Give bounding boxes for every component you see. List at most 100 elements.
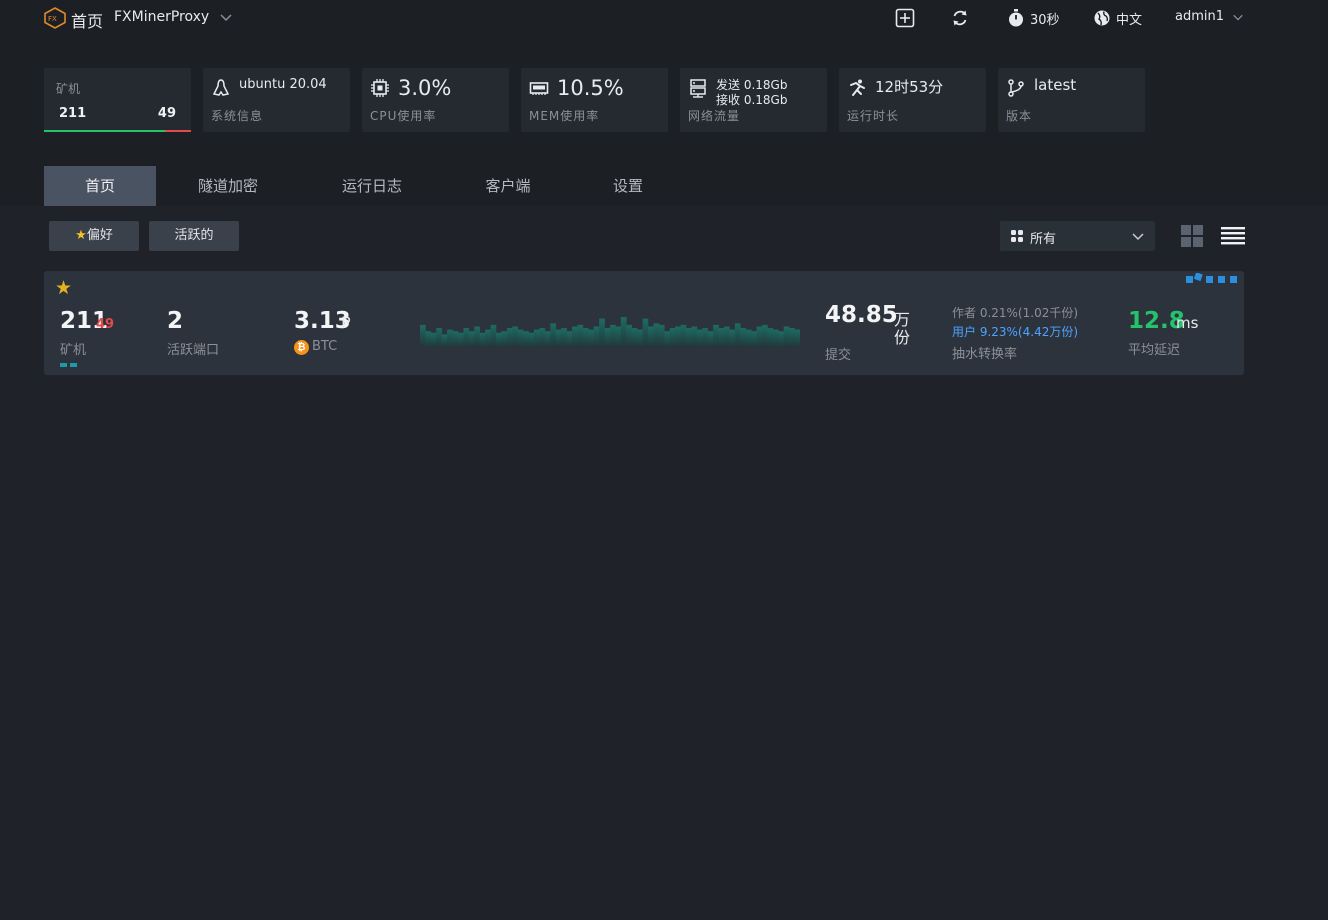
sparkline-bar: [642, 318, 649, 347]
cpu-icon: [371, 79, 389, 97]
tab-settings[interactable]: 设置: [588, 166, 668, 206]
stats-panel: 矿机 211 49 ubuntu 20.04 系统信息 3.0% CPU使用率 …: [0, 38, 1328, 206]
refresh-icon[interactable]: [950, 8, 970, 28]
sparkline-bar: [751, 331, 757, 347]
miners-online-bar: [44, 130, 165, 132]
sparkline-bar: [436, 328, 443, 347]
miners-stat-card[interactable]: 矿机 211 49: [44, 68, 191, 132]
network-label: 网络流量: [688, 109, 741, 123]
svg-text:FX: FX: [48, 15, 57, 23]
sparkline-bar: [734, 323, 741, 347]
sparkline-bar: [713, 324, 719, 347]
mem-stat-card[interactable]: 10.5% MEM使用率: [521, 68, 668, 132]
sparkline-bar: [490, 324, 497, 347]
sparkline-bar: [517, 329, 524, 347]
sparkline-bar: [593, 326, 600, 347]
sparkline-bar: [582, 328, 589, 347]
sparkline-bar: [707, 331, 714, 347]
tab-logs[interactable]: 运行日志: [316, 166, 428, 206]
pool-active-ports-label: 活跃端口: [167, 343, 220, 358]
favorite-filter-button[interactable]: ★偏好: [49, 221, 139, 251]
sparkline-bar: [425, 331, 432, 347]
refresh-interval[interactable]: 30秒: [1030, 9, 1060, 28]
language-selector[interactable]: 中文: [1116, 9, 1142, 28]
sparkline-bar: [506, 328, 513, 347]
sparkline-bar: [794, 329, 800, 347]
pool-coin: BTC: [312, 339, 338, 354]
sparkline-bar: [566, 331, 573, 347]
tab-clients[interactable]: 客户端: [460, 166, 556, 206]
cpu-stat-card[interactable]: 3.0% CPU使用率: [362, 68, 509, 132]
add-icon[interactable]: [895, 8, 915, 28]
running-icon: [850, 79, 865, 96]
stopwatch-icon[interactable]: [1006, 8, 1026, 28]
chevron-down-icon[interactable]: [219, 10, 233, 24]
sparkline-bar: [577, 324, 584, 347]
sparkline-bar: [496, 332, 502, 347]
active-filter-button[interactable]: 活跃的: [149, 221, 239, 251]
tab-tunnel-encryption[interactable]: 隧道加密: [172, 166, 284, 206]
sparkline-bar: [447, 329, 453, 347]
sparkline-bar: [452, 331, 459, 347]
home-title[interactable]: 首页: [71, 8, 103, 32]
sparkline-bar: [637, 329, 643, 347]
sparkline-bar: [420, 324, 426, 347]
sparkline-bar: [696, 329, 703, 347]
sparkline-bar: [783, 326, 790, 347]
version-label: 版本: [1006, 109, 1033, 123]
sparkline-bar: [474, 326, 481, 347]
sparkline-bar: [550, 323, 557, 347]
sparkline-bar: [458, 332, 464, 347]
list-view-icon[interactable]: [1221, 226, 1245, 246]
hashrate-sparkline: [420, 317, 800, 347]
chevron-down-icon: [1132, 233, 1144, 241]
sparkline-bar: [544, 331, 551, 347]
sparkline-bar: [523, 331, 529, 347]
pool-latency-label: 平均延迟: [1128, 343, 1181, 358]
sparkline-bar: [767, 328, 774, 347]
system-label: 系统信息: [211, 109, 264, 123]
pool-card[interactable]: ★ 211 49 矿机 2 活跃端口 3.13 P ₿ BTC 48.85 万 …: [44, 271, 1244, 375]
mem-value: 10.5%: [557, 76, 624, 100]
miners-online-count: 211: [59, 106, 87, 121]
globe-icon[interactable]: [1092, 8, 1112, 28]
pool-hashrate-unit: P: [341, 313, 351, 332]
sparkline-bar: [653, 323, 660, 347]
sparkline-bar: [615, 326, 622, 347]
sparkline-bar: [485, 329, 491, 347]
fee-label: 抽水转换率: [952, 347, 1018, 362]
pool-latency-unit: ms: [1176, 314, 1199, 332]
app-logo-icon[interactable]: FX: [43, 7, 67, 29]
signal-dots-icon: [1186, 273, 1237, 283]
tab-home[interactable]: 首页: [44, 166, 156, 206]
sparkline-bar: [610, 324, 616, 347]
sparkline-bar: [664, 331, 671, 347]
sparkline-bar: [680, 324, 687, 347]
sparkline-bar: [441, 334, 448, 347]
sparkline-bar: [702, 328, 709, 347]
version-value: latest: [1034, 76, 1077, 94]
sparkline-bar: [588, 329, 595, 347]
sparkline-bar: [648, 326, 654, 347]
pool-miners-offline: 49: [96, 317, 115, 332]
app-name[interactable]: FXMinerProxy: [114, 9, 209, 25]
pool-miners-label: 矿机: [60, 343, 87, 358]
user-menu[interactable]: admin1: [1175, 9, 1224, 24]
favorite-star-icon[interactable]: ★: [55, 277, 72, 299]
sparkline-bar: [468, 331, 475, 347]
network-stat-card[interactable]: 发送 0.18Gb 接收 0.18Gb 网络流量: [680, 68, 827, 132]
top-bar: FX 首页 FXMinerProxy 30秒 中文 admin1: [0, 0, 1328, 38]
sparkline-bar: [463, 328, 470, 347]
system-stat-card[interactable]: ubuntu 20.04 系统信息: [203, 68, 350, 132]
pool-shares: 48.85: [825, 302, 898, 328]
chevron-down-icon[interactable]: [1232, 11, 1244, 23]
pool-active-ports: 2: [167, 308, 184, 334]
uptime-stat-card[interactable]: 12时53分 运行时长: [839, 68, 986, 132]
sparkline-bar: [691, 326, 698, 347]
coin-filter-select[interactable]: 所有: [1000, 221, 1155, 251]
sparkline-bar: [430, 332, 437, 347]
version-stat-card[interactable]: latest 版本: [998, 68, 1145, 132]
sparkline-bar: [778, 331, 785, 347]
grid-view-icon[interactable]: [1181, 225, 1203, 247]
miner-bar-offline: [70, 363, 77, 367]
